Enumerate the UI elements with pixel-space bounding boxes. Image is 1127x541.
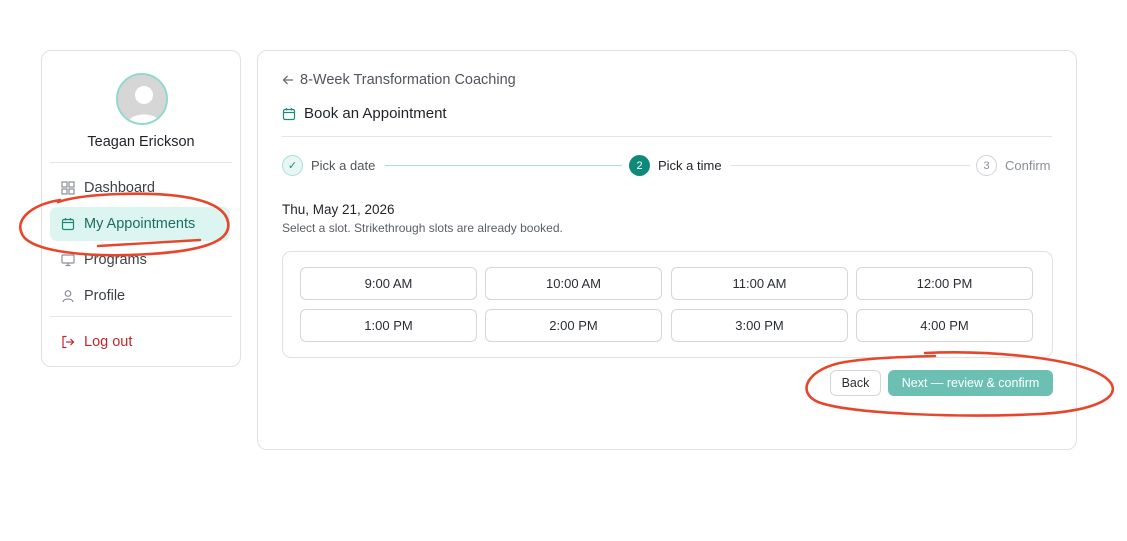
back-to-program-link[interactable]: 8-Week Transformation Coaching (282, 72, 516, 88)
time-slot[interactable]: 11:00 AM (671, 267, 848, 300)
sidebar-item-label: My Appointments (84, 216, 196, 232)
next-review-confirm-button[interactable]: Next — review & confirm (888, 370, 1053, 396)
time-slot[interactable]: 10:00 AM (485, 267, 662, 300)
sidebar-item-dashboard[interactable]: Dashboard (50, 171, 230, 205)
selected-date: Thu, May 21, 2026 (282, 202, 395, 217)
step-connector (385, 165, 622, 166)
step-connector (731, 165, 970, 166)
step-number: 3 (976, 155, 997, 176)
step-pick-date: ✓ Pick a date (282, 155, 375, 176)
time-slot[interactable]: 1:00 PM (300, 309, 477, 342)
time-slot[interactable]: 3:00 PM (671, 309, 848, 342)
sidebar-item-profile[interactable]: Profile (50, 279, 230, 313)
title-divider (282, 136, 1052, 137)
step-label: Confirm (1005, 158, 1051, 173)
sidebar-divider (50, 162, 232, 163)
avatar-placeholder-icon (118, 75, 166, 123)
sidebar-item-my-appointments[interactable]: My Appointments (50, 207, 230, 241)
page-title-text: Book an Appointment (304, 105, 447, 122)
arrow-left-icon (282, 74, 294, 86)
time-slot[interactable]: 12:00 PM (856, 267, 1033, 300)
logout-label: Log out (84, 334, 133, 350)
user-name: Teagan Erickson (87, 134, 195, 150)
page-title: Book an Appointment (282, 105, 447, 122)
logout-icon (61, 335, 75, 349)
calendar-icon (61, 217, 75, 231)
monitor-icon (61, 253, 75, 267)
sidebar-item-label: Dashboard (84, 180, 155, 196)
slot-hint: Select a slot. Strikethrough slots are a… (282, 221, 563, 235)
step-number: 2 (629, 155, 650, 176)
sidebar-item-programs[interactable]: Programs (50, 243, 230, 277)
sidebar: Teagan Erickson Dashboard My Appointment… (41, 50, 241, 367)
time-slot[interactable]: 4:00 PM (856, 309, 1033, 342)
user-icon (61, 289, 75, 303)
calendar-icon (282, 107, 296, 121)
sidebar-divider (50, 316, 232, 317)
back-link-label: 8-Week Transformation Coaching (300, 72, 516, 88)
avatar[interactable] (116, 73, 168, 125)
step-label: Pick a date (311, 158, 376, 173)
sidebar-item-label: Profile (84, 288, 126, 304)
step-confirm: 3 Confirm (976, 155, 1051, 176)
step-check-icon: ✓ (282, 155, 303, 176)
sidebar-item-label: Programs (84, 252, 147, 268)
step-pick-time: 2 Pick a time (629, 155, 722, 176)
booking-panel: 8-Week Transformation Coaching Book an A… (257, 50, 1077, 450)
time-slot[interactable]: 2:00 PM (485, 309, 662, 342)
logout-button[interactable]: Log out (50, 325, 230, 359)
grid-icon (61, 181, 75, 195)
back-button[interactable]: Back (830, 370, 881, 396)
time-slot-grid: 9:00 AM 10:00 AM 11:00 AM 12:00 PM 1:00 … (282, 251, 1053, 358)
step-label: Pick a time (658, 158, 722, 173)
time-slot[interactable]: 9:00 AM (300, 267, 477, 300)
